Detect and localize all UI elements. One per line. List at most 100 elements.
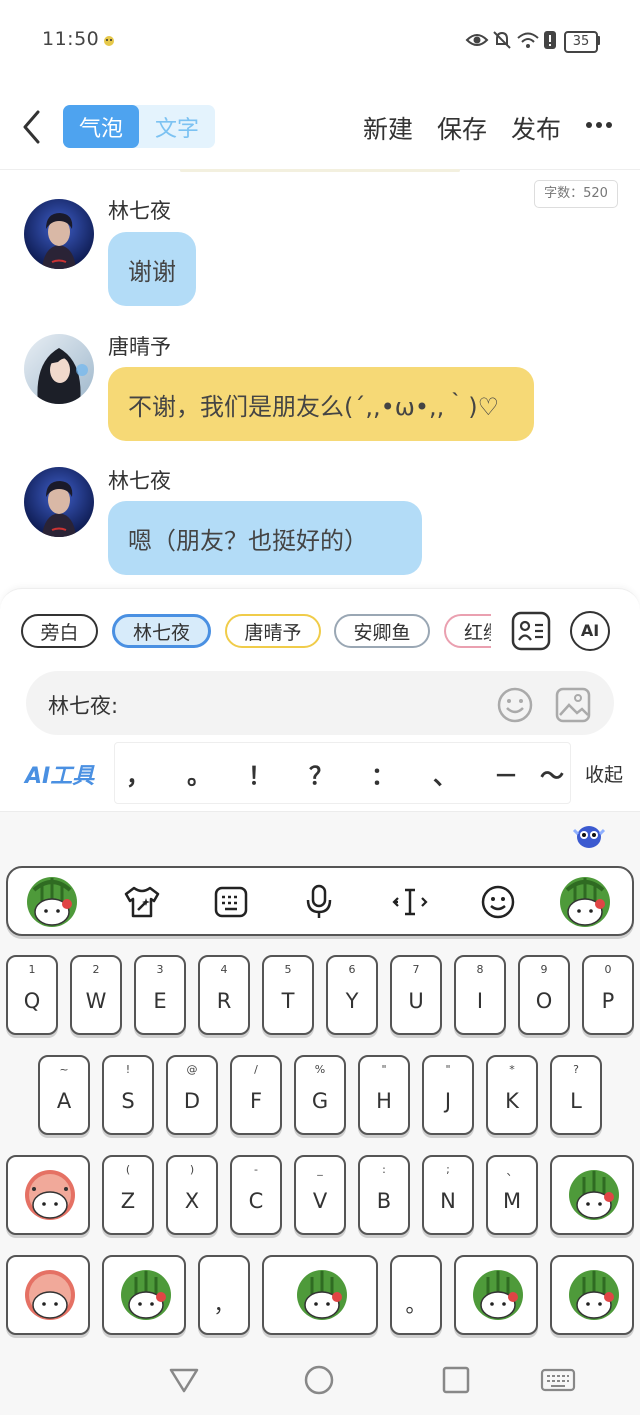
emoji-face-icon[interactable]: [480, 884, 516, 920]
watermelon-kitty-icon: [25, 1170, 75, 1220]
punct-period[interactable]: 。: [179, 756, 219, 791]
key-z[interactable]: (Z: [102, 1155, 154, 1235]
avatar-lin-qiye[interactable]: [24, 467, 94, 537]
key-l[interactable]: ? L: [550, 1055, 602, 1135]
collapse-button[interactable]: 收起: [585, 760, 623, 787]
key-secondary-label: 2: [92, 963, 100, 976]
cursor-move-icon[interactable]: [392, 884, 428, 920]
key-label: D: [183, 1089, 201, 1113]
key-w[interactable]: 2W: [70, 955, 122, 1035]
image-icon[interactable]: [555, 687, 591, 723]
punct-question[interactable]: ？: [301, 756, 341, 791]
emoji-icon[interactable]: [496, 686, 534, 724]
key-g[interactable]: % G: [294, 1055, 346, 1135]
battery-tip: [597, 36, 600, 45]
comma-key[interactable]: ，: [198, 1255, 250, 1335]
key-label: R: [216, 989, 232, 1013]
key-label: B: [376, 1189, 392, 1213]
key-label: N: [440, 1189, 456, 1213]
publish-button[interactable]: 发布: [511, 110, 561, 146]
watermelon-kitty-icon: [121, 1270, 171, 1320]
scrolled-item-edge: [180, 169, 460, 172]
ai-tools-button[interactable]: AI工具: [25, 758, 94, 790]
tab-bubble[interactable]: 气泡: [63, 105, 139, 148]
ai-button[interactable]: AI: [570, 611, 610, 651]
word-count-badge: 字数：520: [534, 180, 618, 208]
back-icon[interactable]: [20, 109, 44, 145]
mute-icon: [493, 31, 511, 49]
role-chip-an-qingyu[interactable]: 安卿鱼: [334, 614, 430, 648]
role-chip-lin-qiye[interactable]: 林七夜: [112, 614, 211, 648]
key-secondary-label: 6: [348, 963, 356, 976]
nav-recents-icon[interactable]: [442, 1366, 470, 1394]
keyboard-icon[interactable]: [214, 886, 248, 918]
message-bubble[interactable]: 谢谢: [108, 232, 196, 306]
sticker-key[interactable]: [454, 1255, 538, 1335]
enter-key[interactable]: [550, 1255, 634, 1335]
key-e[interactable]: 3E: [134, 955, 186, 1035]
microphone-icon[interactable]: [306, 884, 332, 920]
key-o[interactable]: 9O: [518, 955, 570, 1035]
tshirt-wand-icon[interactable]: [122, 884, 162, 920]
key-s[interactable]: ! S: [102, 1055, 154, 1135]
punct-dash[interactable]: －: [486, 756, 526, 791]
key-q[interactable]: 1Q: [6, 955, 58, 1035]
nav-home-icon[interactable]: [304, 1365, 334, 1395]
sticker-key[interactable]: [550, 1155, 634, 1235]
key-label: Z: [120, 1189, 136, 1213]
punct-exclamation[interactable]: ！: [240, 756, 280, 791]
key-p[interactable]: 0P: [582, 955, 634, 1035]
key-secondary-label: 8: [476, 963, 484, 976]
composer-input[interactable]: 林七夜:: [48, 690, 118, 720]
role-chip-hongying[interactable]: 红缨: [444, 614, 491, 648]
period-key[interactable]: 。: [390, 1255, 442, 1335]
key-x[interactable]: ) X: [166, 1155, 218, 1235]
key-m[interactable]: 、 M: [486, 1155, 538, 1235]
key-c[interactable]: -C: [230, 1155, 282, 1235]
message-bubble[interactable]: 嗯（朋友？也挺好的）: [108, 501, 422, 575]
key-r[interactable]: 4R: [198, 955, 250, 1035]
nav-keyboard-icon[interactable]: [540, 1368, 576, 1392]
watermelon-kitty-icon[interactable]: [557, 874, 613, 930]
key-secondary-label: ;: [446, 1163, 450, 1176]
punct-comma[interactable]: ，: [118, 756, 158, 791]
punct-enum-comma[interactable]: 、: [425, 756, 465, 791]
key-u[interactable]: 7U: [390, 955, 442, 1035]
punct-tilde[interactable]: ～: [540, 756, 569, 791]
key-j[interactable]: " J: [422, 1055, 474, 1135]
key-y[interactable]: 6Y: [326, 955, 378, 1035]
key-h[interactable]: " H: [358, 1055, 410, 1135]
save-button[interactable]: 保存: [437, 110, 487, 146]
contact-card-icon[interactable]: [511, 611, 551, 651]
role-chip-narrator[interactable]: 旁白: [21, 614, 98, 648]
key-k[interactable]: * K: [486, 1055, 538, 1135]
sticker-key[interactable]: [102, 1255, 186, 1335]
keyboard-mascot-icon[interactable]: [572, 820, 606, 852]
key-v[interactable]: _ V: [294, 1155, 346, 1235]
key-label: T: [281, 989, 295, 1013]
key-secondary-label: /: [254, 1063, 258, 1076]
avatar-lin-qiye[interactable]: [24, 199, 94, 269]
key-b[interactable]: :B: [358, 1155, 410, 1235]
key-a[interactable]: ~ A: [38, 1055, 90, 1135]
tab-text[interactable]: 文字: [139, 105, 215, 148]
key-t[interactable]: 5T: [262, 955, 314, 1035]
more-icon[interactable]: [585, 121, 613, 129]
role-chip-tang-qingyu[interactable]: 唐晴予: [225, 614, 321, 648]
key-i[interactable]: 8I: [454, 955, 506, 1035]
status-time: 11:50: [42, 28, 100, 50]
sticker-key[interactable]: [6, 1255, 90, 1335]
nav-back-icon[interactable]: [168, 1366, 200, 1394]
sticker-key[interactable]: [6, 1155, 90, 1235]
key-n[interactable]: ; N: [422, 1155, 474, 1235]
key-label: J: [444, 1089, 452, 1113]
alert-icon: [544, 31, 556, 49]
avatar-tang-qingyu[interactable]: [24, 334, 94, 404]
new-button[interactable]: 新建: [363, 110, 413, 146]
punct-colon[interactable]: ：: [363, 756, 403, 791]
message-bubble[interactable]: 不谢，我们是朋友么(´,,•ω•,,｀)♡: [108, 367, 534, 441]
space-key[interactable]: [262, 1255, 378, 1335]
key-f[interactable]: / F: [230, 1055, 282, 1135]
watermelon-kitty-icon[interactable]: [24, 874, 80, 930]
key-d[interactable]: @ D: [166, 1055, 218, 1135]
